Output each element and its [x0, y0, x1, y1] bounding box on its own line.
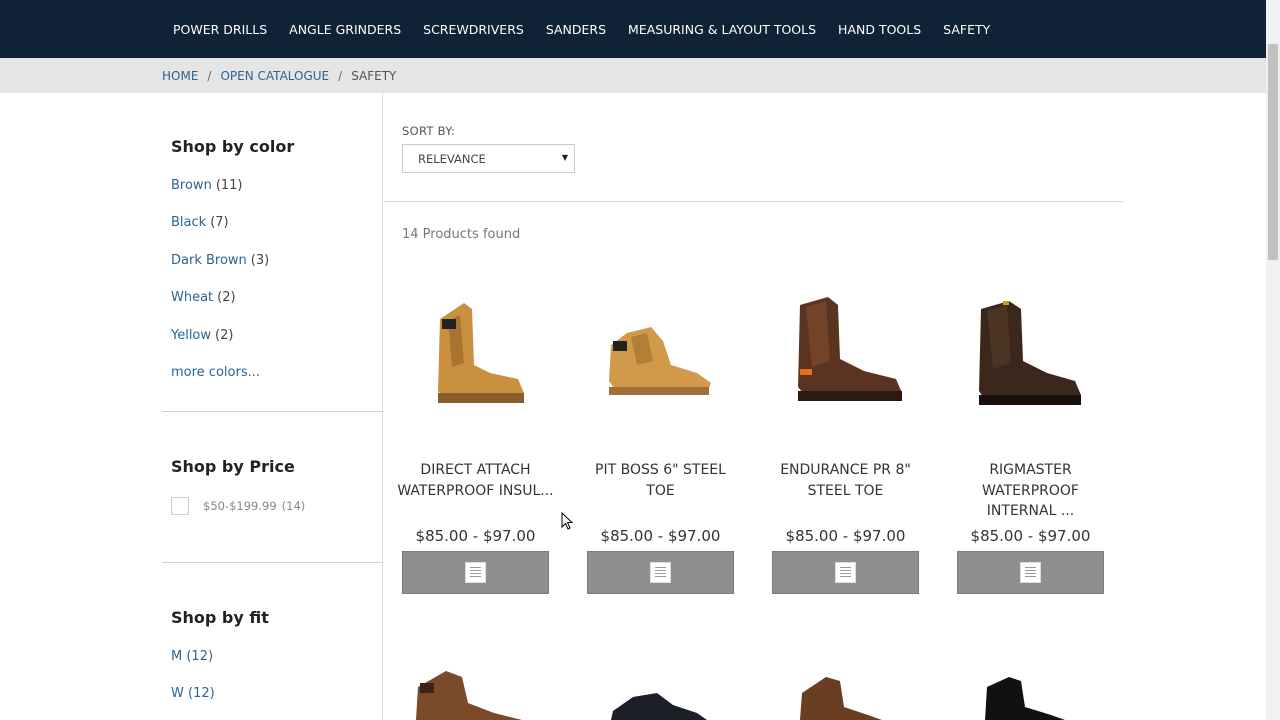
- product-price: $85.00 - $97.00: [970, 527, 1091, 545]
- color-filter-title: Shop by color: [171, 137, 295, 156]
- document-icon: [650, 562, 671, 583]
- view-details-button[interactable]: [402, 551, 549, 594]
- color-option-label: Yellow: [171, 328, 212, 343]
- nav-screwdrivers[interactable]: SCREWDRIVERS: [412, 22, 535, 37]
- color-option-count: (2): [215, 328, 234, 343]
- color-option-count: (11): [215, 178, 243, 193]
- product-name[interactable]: DIRECT ATTACH WATERPROOF INSUL...: [396, 460, 555, 501]
- document-icon: [835, 562, 856, 583]
- document-icon: [465, 562, 486, 583]
- price-checkbox[interactable]: [171, 497, 189, 515]
- color-option-label: Black: [171, 215, 207, 230]
- product-price: $85.00 - $97.00: [785, 527, 906, 545]
- product-price: $85.00 - $97.00: [415, 527, 536, 545]
- product-name[interactable]: RIGMASTER WATERPROOF INTERNAL ...: [951, 460, 1110, 522]
- product-name[interactable]: PIT BOSS 6" STEEL TOE: [581, 460, 740, 501]
- page-scrollbar[interactable]: [1266, 0, 1280, 720]
- nav-hand-tools[interactable]: HAND TOOLS: [827, 22, 932, 37]
- fit-option-count: (12): [186, 649, 214, 664]
- nav-sanders[interactable]: SANDERS: [535, 22, 617, 37]
- boot-image[interactable]: [587, 275, 734, 425]
- product-price: $85.00 - $97.00: [600, 527, 721, 545]
- fit-option-m[interactable]: M (12): [171, 649, 213, 664]
- breadcrumb-current: SAFETY: [351, 68, 397, 83]
- color-option-label: Brown: [171, 178, 212, 193]
- filter-divider: [162, 562, 383, 563]
- boot-image[interactable]: [772, 663, 919, 720]
- price-filter-title: Shop by Price: [171, 457, 295, 476]
- top-navigation: POWER DRILLS ANGLE GRINDERS SCREWDRIVERS…: [0, 0, 1266, 58]
- nav-angle-grinders[interactable]: ANGLE GRINDERS: [278, 22, 412, 37]
- price-option: $50-$199.99 (14): [171, 497, 305, 515]
- nav-safety[interactable]: SAFETY: [932, 22, 1001, 37]
- more-colors-link[interactable]: more colors...: [171, 365, 260, 380]
- caret-down-icon: ▼: [561, 153, 568, 162]
- product-listing: SORT BY: RELEVANCE ▼ 14 Products found D…: [384, 93, 1124, 720]
- boot-image[interactable]: [957, 275, 1104, 425]
- filter-sidebar: Shop by color Brown (11) Black (7) Dark Br…: [162, 93, 383, 720]
- boot-image[interactable]: [772, 275, 919, 425]
- sort-select[interactable]: RELEVANCE ▼: [402, 144, 575, 173]
- mouse-cursor-icon: [561, 512, 573, 530]
- color-option-black[interactable]: Black (7): [171, 215, 229, 230]
- price-option-label: $50-$199.99: [203, 499, 277, 513]
- sort-divider: [384, 201, 1124, 202]
- fit-option-count: (12): [188, 686, 215, 701]
- nav-power-drills[interactable]: POWER DRILLS: [162, 22, 278, 37]
- fit-option-w[interactable]: W (12): [171, 686, 215, 701]
- breadcrumb-home[interactable]: HOME: [162, 69, 198, 83]
- view-details-button[interactable]: [957, 551, 1104, 594]
- color-option-yellow[interactable]: Yellow (2): [171, 328, 233, 343]
- breadcrumb-open-catalogue[interactable]: OPEN CATALOGUE: [220, 69, 329, 83]
- fit-option-label: W: [171, 686, 184, 701]
- sort-selected-value: RELEVANCE: [418, 151, 486, 166]
- boot-image[interactable]: [402, 275, 549, 425]
- sort-label: SORT BY:: [402, 124, 456, 138]
- product-name[interactable]: ENDURANCE PR 8" STEEL TOE: [766, 460, 925, 501]
- fit-option-label: M: [171, 649, 183, 664]
- boot-image[interactable]: [957, 663, 1104, 720]
- nav-measuring-layout-tools[interactable]: MEASURING & LAYOUT TOOLS: [617, 22, 827, 37]
- document-icon: [1020, 562, 1041, 583]
- breadcrumb-separator: /: [338, 68, 343, 83]
- color-option-brown[interactable]: Brown (11): [171, 178, 243, 193]
- results-count: 14 Products found: [402, 227, 521, 242]
- filter-divider: [162, 411, 383, 412]
- color-option-count: (2): [217, 290, 236, 305]
- breadcrumb-separator: /: [207, 68, 212, 83]
- color-option-wheat[interactable]: Wheat (2): [171, 290, 236, 305]
- boot-image[interactable]: [587, 663, 734, 720]
- breadcrumb: HOME / OPEN CATALOGUE / SAFETY: [0, 58, 1266, 93]
- fit-filter-title: Shop by fit: [171, 608, 269, 627]
- price-option-count: (14): [281, 499, 306, 513]
- color-option-label: Wheat: [171, 290, 214, 305]
- color-option-label: Dark Brown: [171, 253, 247, 268]
- color-option-count: (3): [250, 253, 270, 268]
- color-option-count: (7): [210, 215, 229, 230]
- view-details-button[interactable]: [772, 551, 919, 594]
- scrollbar-thumb[interactable]: [1268, 44, 1278, 260]
- color-option-dark-brown[interactable]: Dark Brown (3): [171, 253, 269, 268]
- color-filter: Shop by color: [162, 137, 303, 156]
- boot-image[interactable]: [402, 663, 549, 720]
- view-details-button[interactable]: [587, 551, 734, 594]
